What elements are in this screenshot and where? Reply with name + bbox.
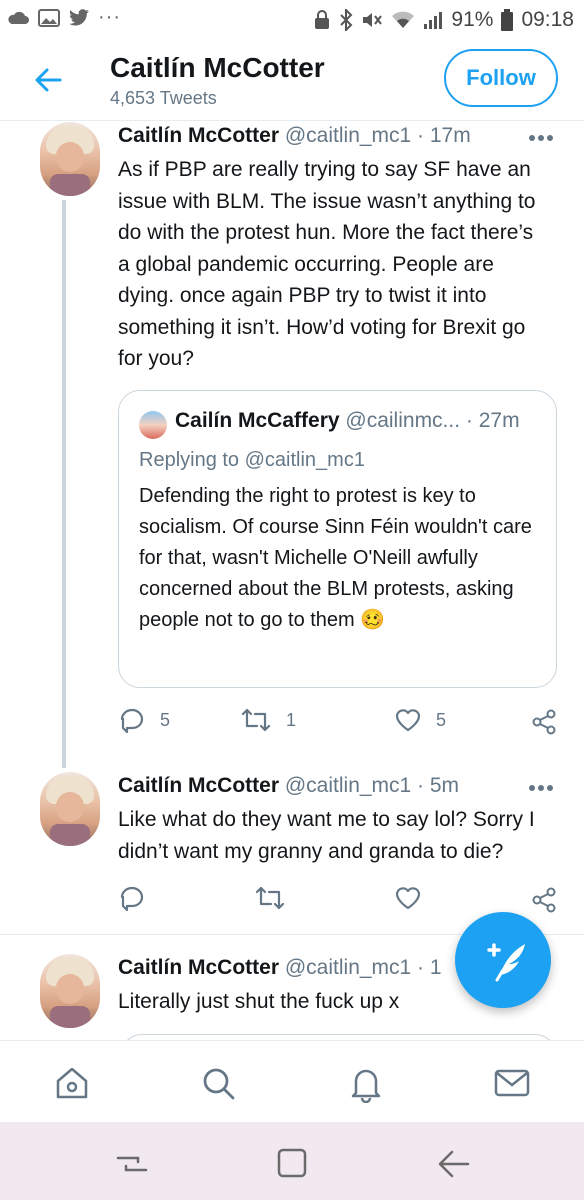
reply-action[interactable] bbox=[118, 884, 146, 912]
bluetooth-icon bbox=[340, 9, 353, 31]
signal-icon bbox=[424, 12, 443, 29]
woozy-face-emoji: 🥴 bbox=[360, 609, 386, 631]
quoted-author-name: Cailín McCaffery bbox=[175, 409, 340, 432]
gallery-icon bbox=[38, 8, 60, 27]
mute-icon bbox=[363, 13, 383, 27]
battery-icon bbox=[501, 9, 514, 31]
author-handle: @caitlin_mc1 · 17m bbox=[284, 124, 471, 147]
like-action[interactable] bbox=[394, 884, 422, 912]
like-count: 5 bbox=[436, 709, 447, 730]
retweet-action[interactable] bbox=[254, 884, 286, 912]
tweet-actions: 5 1 5 bbox=[118, 706, 558, 740]
reply-action[interactable]: 5 bbox=[118, 706, 170, 734]
more-notifications-icon: ··· bbox=[98, 6, 121, 28]
quoted-avatar bbox=[139, 411, 167, 439]
tweet-count: 4,653 Tweets bbox=[110, 88, 217, 108]
heart-icon bbox=[395, 887, 421, 910]
more-dots-icon[interactable] bbox=[528, 784, 554, 792]
status-bar: ··· 91% 09:18 bbox=[0, 0, 584, 40]
author-handle: @caitlin_mc1 · 5m bbox=[284, 774, 460, 797]
author-handle: @caitlin_mc1 · 1 bbox=[284, 956, 442, 979]
avatar[interactable] bbox=[40, 122, 100, 196]
reply-icon bbox=[120, 886, 144, 912]
more-dots-icon[interactable] bbox=[528, 134, 554, 142]
author-name[interactable]: Caitlín McCotter bbox=[118, 774, 279, 797]
twitter-bird-icon bbox=[69, 8, 89, 26]
reply-icon bbox=[120, 708, 144, 734]
bottom-tab-bar bbox=[0, 1040, 584, 1123]
share-icon[interactable] bbox=[530, 886, 558, 914]
follow-button[interactable]: Follow bbox=[444, 49, 558, 107]
heart-icon bbox=[395, 709, 421, 732]
home-icon[interactable] bbox=[52, 1063, 92, 1103]
battery-percent: 91% bbox=[451, 8, 494, 31]
home-button-icon[interactable] bbox=[272, 1146, 312, 1182]
system-navigation-bar bbox=[0, 1122, 584, 1200]
like-action[interactable]: 5 bbox=[394, 706, 446, 734]
quoted-tweet[interactable]: Cailín McCaffery @cailinmc... · 27m Repl… bbox=[118, 390, 557, 688]
share-icon[interactable] bbox=[530, 708, 558, 736]
retweet-icon bbox=[241, 708, 271, 732]
avatar[interactable] bbox=[40, 954, 100, 1028]
back-button-icon[interactable] bbox=[434, 1146, 474, 1182]
page-title: Caitlín McCotter bbox=[110, 52, 325, 83]
recent-apps-icon[interactable] bbox=[112, 1146, 152, 1182]
clock: 09:18 bbox=[521, 8, 574, 31]
search-icon[interactable] bbox=[198, 1063, 238, 1103]
bell-icon[interactable] bbox=[346, 1063, 386, 1103]
cloud-icon bbox=[8, 11, 29, 24]
replying-to: Replying to @caitlin_mc1 bbox=[139, 449, 365, 471]
avatar[interactable] bbox=[40, 772, 100, 846]
compose-tweet-button[interactable] bbox=[455, 912, 551, 1008]
tweet-text: Like what do they want me to say lol? So… bbox=[118, 808, 535, 863]
compose-tweet-icon bbox=[487, 943, 525, 982]
reply-count: 5 bbox=[160, 709, 171, 730]
lock-icon bbox=[315, 10, 330, 29]
author-name[interactable]: Caitlín McCotter bbox=[118, 124, 279, 147]
mail-icon[interactable] bbox=[492, 1063, 532, 1103]
back-arrow-icon[interactable] bbox=[30, 62, 66, 98]
quoted-text-content: Defending the right to protest is key to… bbox=[139, 485, 532, 631]
retweet-count: 1 bbox=[286, 709, 297, 730]
profile-header: Caitlín McCotter 4,653 Tweets Follow bbox=[0, 40, 584, 121]
retweet-icon bbox=[255, 886, 285, 910]
retweet-action[interactable]: 1 bbox=[240, 706, 296, 734]
quoted-text: Defending the right to protest is key to… bbox=[139, 481, 539, 636]
wifi-icon bbox=[392, 11, 415, 28]
quoted-author-handle: @cailinmc... · 27m bbox=[345, 409, 520, 432]
tweet-text: As if PBP are really trying to say SF ha… bbox=[118, 158, 536, 370]
thread-connector bbox=[62, 200, 66, 768]
author-name[interactable]: Caitlín McCotter bbox=[118, 956, 279, 979]
